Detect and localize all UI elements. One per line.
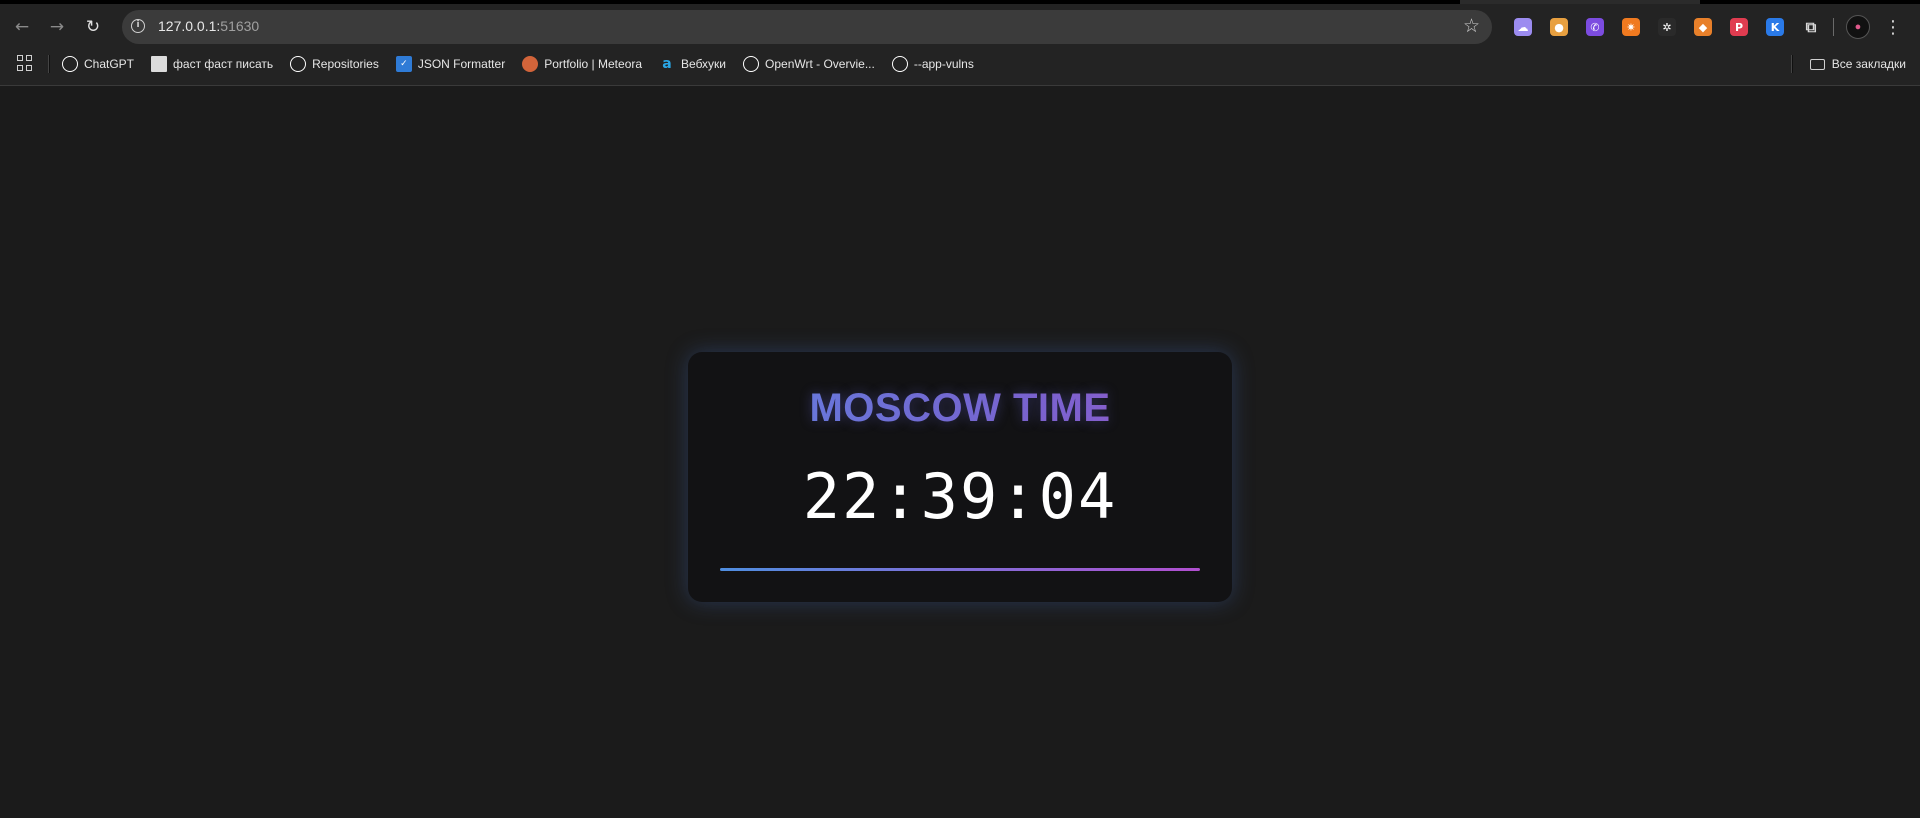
bookmark-label: JSON Formatter [417,57,506,71]
page-icon [151,56,168,72]
bookmark-item[interactable]: Portfolio | Meteora [522,56,642,72]
bookmark-item[interactable]: Repositories [290,56,379,72]
bookmarks-divider [48,55,50,73]
dark-extension-icon[interactable]: ✲ [1658,18,1676,36]
bookmark-item[interactable]: ✓ JSON Formatter [395,56,506,72]
metamask-extension-icon[interactable]: ◆ [1694,18,1712,36]
bookmark-label: ChatGPT [84,57,135,71]
cookie-extension-icon[interactable]: ● [1550,18,1568,36]
url-text[interactable]: 127.0.0.1:51630 [158,18,259,34]
clock-title: MOSCOW TIME [688,386,1232,431]
tab-strip-segment [1700,0,1920,4]
bookmark-item[interactable]: OpenWrt - Overvie... [743,56,875,72]
clock-card: MOSCOW TIME 22:39:04 [688,352,1232,602]
bookmark-item[interactable]: --app-vulns [891,56,974,72]
github-icon [891,56,908,72]
bookmarks-list: ChatGPT фаст фаст писать Repositories ✓ JSON… [62,50,991,78]
bookmark-label: Вебхуки [681,57,727,71]
bookmark-label: фаст фаст писать [173,57,274,71]
more-menu-icon[interactable]: ⋮ [1884,17,1902,38]
reload-icon[interactable]: ↻ [78,12,108,42]
webhook-icon: a [662,56,672,72]
ghost-extension-icon[interactable]: ☁ [1514,18,1532,36]
bookmark-label: Repositories [312,57,379,71]
site-info-icon[interactable]: i [131,19,145,33]
meteora-icon [522,56,539,72]
bookmarks-bar: ChatGPT фаст фаст писать Repositories ✓ JSON… [0,50,1920,78]
bookmark-item[interactable]: a Вебхуки [659,56,726,72]
tab-strip [0,0,1920,4]
bookmark-star-icon[interactable]: ☆ [1463,15,1480,37]
address-bar[interactable]: i 127.0.0.1:51630 ☆ [122,10,1492,44]
apps-grid-icon[interactable] [17,55,33,71]
pocket-extension-icon[interactable]: P [1730,18,1748,36]
tab-strip-segment [0,0,1460,4]
bookmark-label: Portfolio | Meteora [544,57,643,71]
toolbar: ← → ↻ i 127.0.0.1:51630 ☆ ☁ ● ✆ ✷ ✲ ◆ P K ⧉ ● ⋮ [0,8,1920,46]
all-bookmarks-label: Все закладки [1831,57,1906,71]
checkbox-icon: ✓ [395,56,412,72]
toolbar-divider [1833,18,1834,36]
profile-avatar[interactable]: ● [1846,15,1870,39]
openwrt-icon [743,56,760,72]
bookmark-item[interactable]: фаст фаст писать [151,56,273,72]
url-host: 127.0.0.1: [158,18,221,34]
clock-time: 22:39:04 [802,460,1118,533]
folder-icon [1809,58,1825,70]
browser-chrome: ← → ↻ i 127.0.0.1:51630 ☆ ☁ ● ✆ ✷ ✲ ◆ P K ⧉ ● ⋮ Ch… [0,0,1920,86]
extensions-bar: ☁ ● ✆ ✷ ✲ ◆ P K ⧉ ● ⋮ [1505,12,1902,42]
spark-extension-icon[interactable]: ✷ [1622,18,1640,36]
bookmarks-divider [1791,55,1793,73]
github-icon [290,56,307,72]
extensions-puzzle-icon[interactable]: ⧉ [1802,18,1820,36]
gradient-divider [720,568,1200,571]
bookmark-label: OpenWrt - Overvie... [765,57,875,71]
bookmark-item[interactable]: ChatGPT [62,56,134,72]
url-port: 51630 [220,18,260,34]
forward-icon[interactable]: → [42,12,72,42]
viber-extension-icon[interactable]: ✆ [1586,18,1604,36]
all-bookmarks-button[interactable]: Все закладки [1809,50,1906,78]
bookmark-label: --app-vulns [913,57,974,71]
back-icon[interactable]: ← [7,12,37,42]
k-extension-icon[interactable]: K [1766,18,1784,36]
chatgpt-icon [62,56,78,72]
